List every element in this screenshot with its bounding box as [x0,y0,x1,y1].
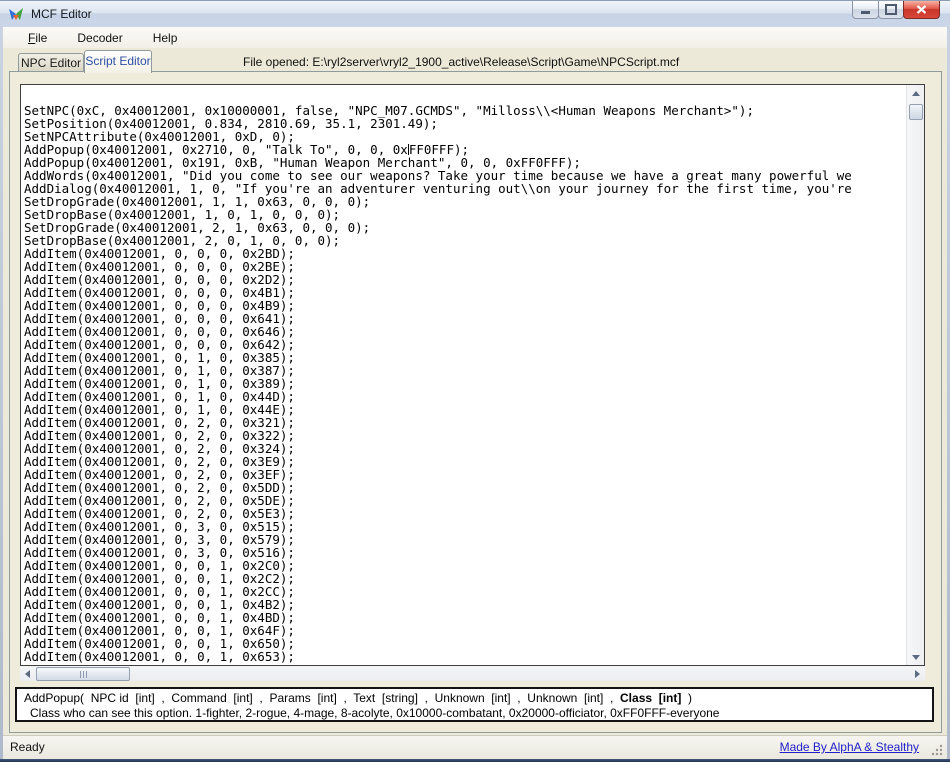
minimize-icon [861,11,870,14]
command-signature: AddPopup( NPC id [int] , Command [int] ,… [24,691,692,705]
scroll-right-button[interactable] [910,666,925,681]
close-icon [916,5,927,14]
app-icon [8,6,24,22]
script-editor-tab-page: SetNPC(0xC, 0x40012001, 0x10000001, fals… [9,71,942,733]
maximize-button[interactable] [878,1,904,19]
menu-item-help[interactable]: Help [143,29,188,47]
menu-item-file[interactable]: File [18,29,57,47]
status-bar: Ready Made By AlphA & Stealthy [3,735,947,760]
window-border-left [0,26,3,762]
menu-item-decoder[interactable]: Decoder [67,29,132,47]
tab-npc-editor[interactable]: NPC Editor [18,53,84,72]
scroll-left-button[interactable] [20,666,35,681]
status-text: Ready [10,740,45,754]
command-description: Class who can see this option. 1-fighter… [30,706,719,720]
scroll-down-button[interactable] [907,649,924,665]
minimize-button[interactable] [852,1,879,19]
horizontal-scroll-thumb[interactable] [36,667,130,681]
vertical-scroll-thumb[interactable] [909,104,923,120]
resize-grip[interactable] [930,743,944,757]
title-bar[interactable]: MCF Editor [0,0,950,28]
vertical-scrollbar[interactable] [906,85,924,665]
menu-bar: File Decoder Help [3,27,947,48]
script-text-area[interactable]: SetNPC(0xC, 0x40012001, 0x10000001, fals… [20,84,925,666]
arrow-left-icon [25,670,30,678]
window-title: MCF Editor [31,1,92,27]
scroll-up-button[interactable] [907,85,924,101]
arrow-right-icon [915,670,920,678]
mcf-editor-window: MCF Editor File Decoder Help File opened: … [0,0,950,762]
close-button[interactable] [903,1,940,19]
horizontal-scrollbar[interactable] [20,666,925,681]
tab-strip: File opened: E:\ryl2server\vryl2_1900_ac… [3,48,947,72]
maximize-icon [885,4,897,15]
arrow-down-icon [912,655,920,660]
code-line: AddItem(0x40012001, 0, 0, 1, 0x653); [24,650,907,663]
arrow-up-icon [912,91,920,96]
text-caret [408,144,409,155]
command-help-panel: AddPopup( NPC id [int] , Command [int] ,… [15,687,934,722]
script-code: SetNPC(0xC, 0x40012001, 0x10000001, fals… [21,85,907,665]
credits-link[interactable]: Made By AlphA & Stealthy [780,740,919,754]
file-opened-label: File opened: E:\ryl2server\vryl2_1900_ac… [243,55,679,69]
tab-script-editor[interactable]: Script Editor [84,50,152,73]
